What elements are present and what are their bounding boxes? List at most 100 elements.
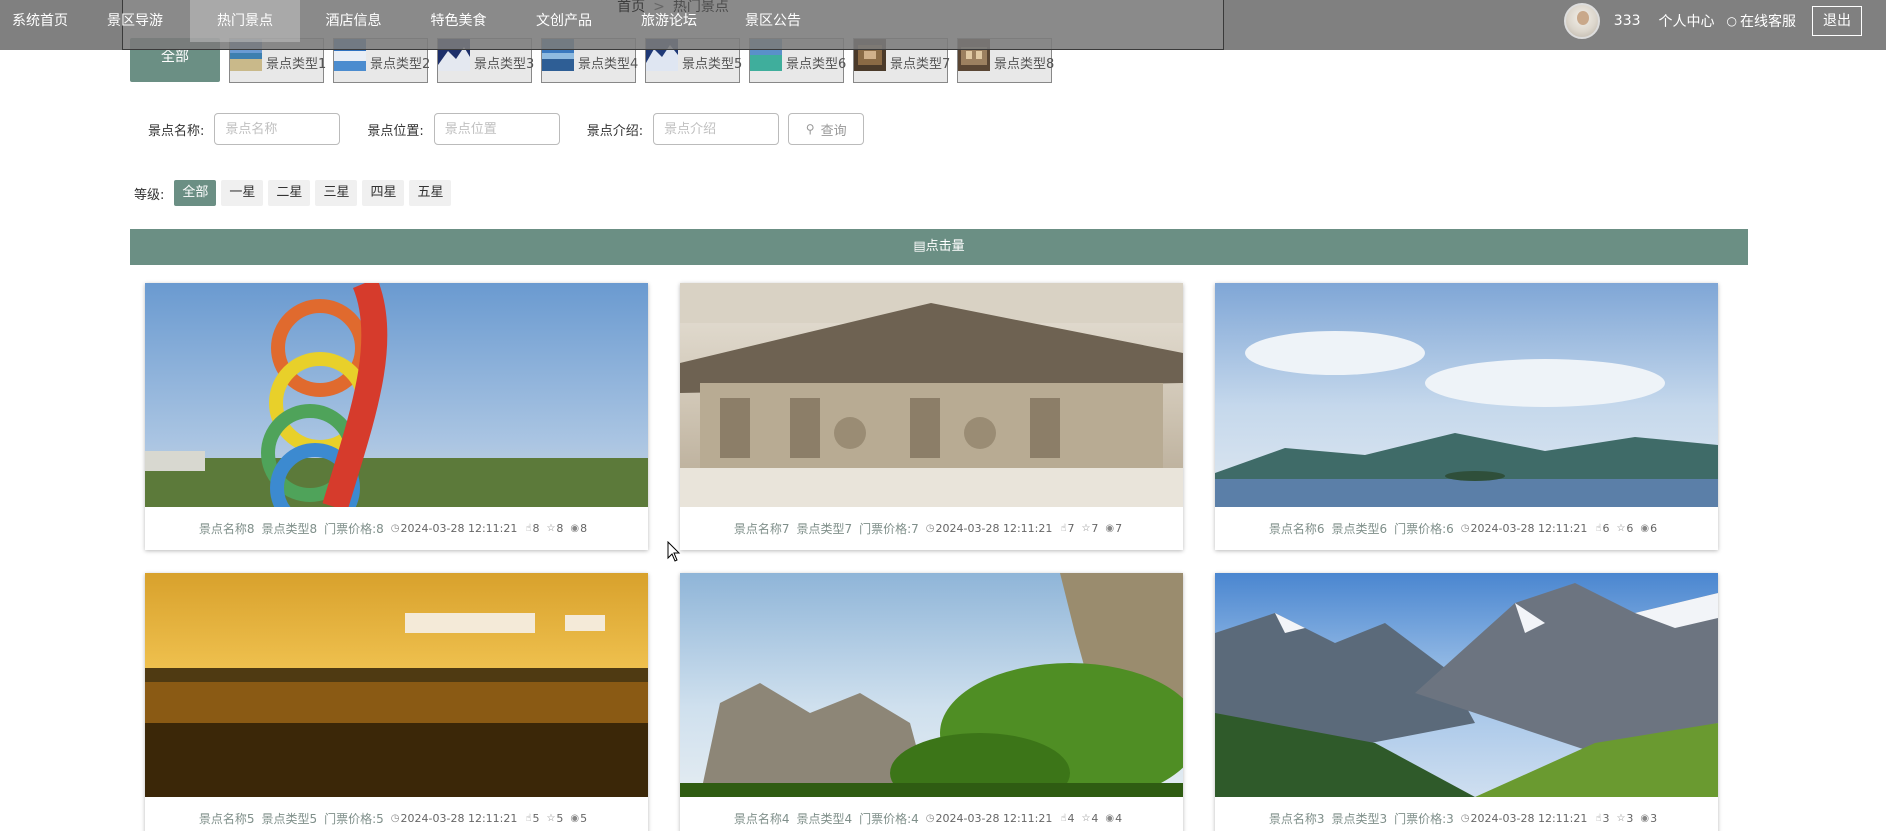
level-option-5[interactable]: 五星 bbox=[409, 180, 452, 206]
spot-type: 景点类型4 bbox=[796, 812, 853, 826]
intro-input[interactable] bbox=[653, 113, 780, 145]
spot-name: 景点名称3 bbox=[1268, 812, 1325, 826]
name-input[interactable] bbox=[214, 113, 341, 145]
type-tab-label: 景点类型2 bbox=[370, 57, 431, 72]
spot-image-scene bbox=[680, 283, 1183, 507]
sort-label: 点击量 bbox=[925, 239, 965, 254]
spot-card[interactable]: 景点名称4 景点类型4 门票价格:4 ◷ 2024-03-28 12:11:21 … bbox=[680, 573, 1183, 831]
spot-price: 门票价格:4 bbox=[859, 812, 919, 826]
spot-date: 2024-03-28 12:11:21 bbox=[1470, 812, 1588, 825]
sort-by-clicks-button[interactable]: ▤点击量 bbox=[130, 229, 1748, 265]
fav-count: 4 bbox=[1091, 812, 1099, 825]
level-option-all[interactable]: 全部 bbox=[174, 180, 217, 206]
spot-date: 2024-03-28 12:11:21 bbox=[1470, 522, 1588, 535]
star-icon: ☆ bbox=[1616, 813, 1626, 824]
level-option-3[interactable]: 三星 bbox=[315, 180, 358, 206]
thumbs-up-icon: ☝ bbox=[1595, 523, 1602, 534]
view-count: 5 bbox=[580, 812, 588, 825]
spot-price: 门票价格:5 bbox=[324, 812, 384, 826]
location-label: 景点位置: bbox=[367, 123, 424, 139]
eye-icon: ◉ bbox=[1640, 523, 1650, 534]
spot-card[interactable]: 景点名称8 景点类型8 门票价格:8 ◷ 2024-03-28 12:11:21 … bbox=[145, 283, 648, 550]
eye-icon: ◉ bbox=[1640, 813, 1650, 824]
name-label: 景点名称: bbox=[148, 123, 205, 139]
like-count: 8 bbox=[532, 522, 540, 535]
thumbs-up-icon: ☝ bbox=[1060, 813, 1067, 824]
spot-type: 景点类型8 bbox=[261, 522, 318, 536]
spot-name: 景点名称4 bbox=[733, 812, 790, 826]
level-option-2[interactable]: 二星 bbox=[268, 180, 311, 206]
level-filter: 等级: 全部 一星 二星 三星 四星 五星 bbox=[134, 180, 456, 206]
clock-icon: ◷ bbox=[390, 813, 400, 824]
main-nav: 系统首页 景区导游 热门景点 酒店信息 特色美食 文创产品 旅游论坛 景区公告 bbox=[0, 0, 826, 42]
logout-button[interactable]: 退出 bbox=[1812, 6, 1862, 36]
level-option-1[interactable]: 一星 bbox=[221, 180, 264, 206]
user-center-link[interactable]: 个人中心 bbox=[1659, 11, 1715, 31]
nav-item-notice[interactable]: 景区公告 bbox=[720, 0, 826, 42]
eye-icon: ◉ bbox=[1105, 813, 1115, 824]
spot-meta: 景点名称4 景点类型4 门票价格:4 ◷ 2024-03-28 12:11:21 … bbox=[680, 797, 1183, 831]
level-option-4[interactable]: 四星 bbox=[362, 180, 405, 206]
clock-icon: ◷ bbox=[925, 813, 935, 824]
search-button[interactable]: ⚲ 查询 bbox=[788, 113, 865, 145]
user-area: 333 个人中心 ○ 在线客服 退出 bbox=[1563, 0, 1886, 42]
type-tab-label: 景点类型5 bbox=[682, 57, 743, 72]
nav-item-products[interactable]: 文创产品 bbox=[510, 0, 618, 42]
spot-card[interactable]: 景点名称5 景点类型5 门票价格:5 ◷ 2024-03-28 12:11:21 … bbox=[145, 573, 648, 831]
spot-name: 景点名称6 bbox=[1268, 522, 1325, 536]
clock-icon: ◷ bbox=[925, 523, 935, 534]
customer-service-link[interactable]: ○ 在线客服 bbox=[1727, 11, 1796, 31]
spot-image-scene bbox=[145, 283, 648, 507]
clock-icon: ◷ bbox=[1460, 813, 1470, 824]
spot-date: 2024-03-28 12:11:21 bbox=[935, 522, 1053, 535]
spot-image bbox=[680, 283, 1183, 507]
spot-card[interactable]: 景点名称6 景点类型6 门票价格:6 ◷ 2024-03-28 12:11:21 … bbox=[1215, 283, 1718, 550]
nav-item-food[interactable]: 特色美食 bbox=[407, 0, 510, 42]
like-count: 6 bbox=[1602, 522, 1610, 535]
type-tab-label: 景点类型1 bbox=[266, 57, 327, 72]
nav-item-guide[interactable]: 景区导游 bbox=[80, 0, 190, 42]
nav-item-home[interactable]: 系统首页 bbox=[0, 0, 80, 42]
thumbs-up-icon: ☝ bbox=[525, 813, 532, 824]
thumbs-up-icon: ☝ bbox=[1595, 813, 1602, 824]
view-count: 6 bbox=[1650, 522, 1658, 535]
spot-image-scene bbox=[1215, 331, 1718, 507]
spot-image-scene bbox=[1215, 583, 1718, 797]
spot-type: 景点类型5 bbox=[261, 812, 318, 826]
spot-image bbox=[1215, 283, 1718, 507]
top-navbar: 首页 > 热门景点 系统首页 景区导游 热门景点 酒店信息 特色美食 文创产品 旅游… bbox=[0, 0, 1886, 50]
spot-meta: 景点名称8 景点类型8 门票价格:8 ◷ 2024-03-28 12:11:21 … bbox=[145, 507, 648, 550]
person-icon: ○ bbox=[1726, 14, 1737, 28]
nav-item-hotels[interactable]: 酒店信息 bbox=[300, 0, 407, 42]
spot-date: 2024-03-28 12:11:21 bbox=[400, 812, 518, 825]
search-bar: 景点名称: 景点位置: 景点介绍: ⚲ 查询 bbox=[148, 113, 865, 145]
spot-image-scene bbox=[145, 613, 648, 797]
type-tab-label: 景点类型8 bbox=[994, 57, 1055, 72]
spot-type: 景点类型6 bbox=[1331, 522, 1388, 536]
like-count: 7 bbox=[1067, 522, 1075, 535]
user-avatar[interactable] bbox=[1563, 3, 1600, 39]
spot-type: 景点类型7 bbox=[796, 522, 853, 536]
spot-meta: 景点名称3 景点类型3 门票价格:3 ◷ 2024-03-28 12:11:21 … bbox=[1215, 797, 1718, 831]
spot-card[interactable]: 景点名称7 景点类型7 门票价格:7 ◷ 2024-03-28 12:11:21 … bbox=[680, 283, 1183, 550]
spot-card-grid: 景点名称8 景点类型8 门票价格:8 ◷ 2024-03-28 12:11:21 … bbox=[145, 283, 1718, 831]
star-icon: ☆ bbox=[1616, 523, 1626, 534]
spot-image bbox=[1215, 573, 1718, 797]
view-count: 7 bbox=[1115, 522, 1123, 535]
spot-price: 门票价格:7 bbox=[859, 522, 919, 536]
nav-item-forum[interactable]: 旅游论坛 bbox=[618, 0, 720, 42]
nav-item-hot-spots[interactable]: 热门景点 bbox=[190, 0, 300, 42]
location-input[interactable] bbox=[433, 113, 560, 145]
like-count: 4 bbox=[1067, 812, 1075, 825]
search-icon: ⚲ bbox=[805, 122, 815, 136]
spot-card[interactable]: 景点名称3 景点类型3 门票价格:3 ◷ 2024-03-28 12:11:21 … bbox=[1215, 573, 1718, 831]
spot-meta: 景点名称5 景点类型5 门票价格:5 ◷ 2024-03-28 12:11:21 … bbox=[145, 797, 648, 831]
star-icon: ☆ bbox=[1081, 813, 1091, 824]
spot-meta: 景点名称7 景点类型7 门票价格:7 ◷ 2024-03-28 12:11:21 … bbox=[680, 507, 1183, 550]
type-tab-label: 景点类型6 bbox=[786, 57, 847, 72]
fav-count: 5 bbox=[556, 812, 564, 825]
fav-count: 3 bbox=[1626, 812, 1634, 825]
eye-icon: ◉ bbox=[1105, 523, 1115, 534]
spot-price: 门票价格:8 bbox=[324, 522, 384, 536]
spot-type: 景点类型3 bbox=[1331, 812, 1388, 826]
